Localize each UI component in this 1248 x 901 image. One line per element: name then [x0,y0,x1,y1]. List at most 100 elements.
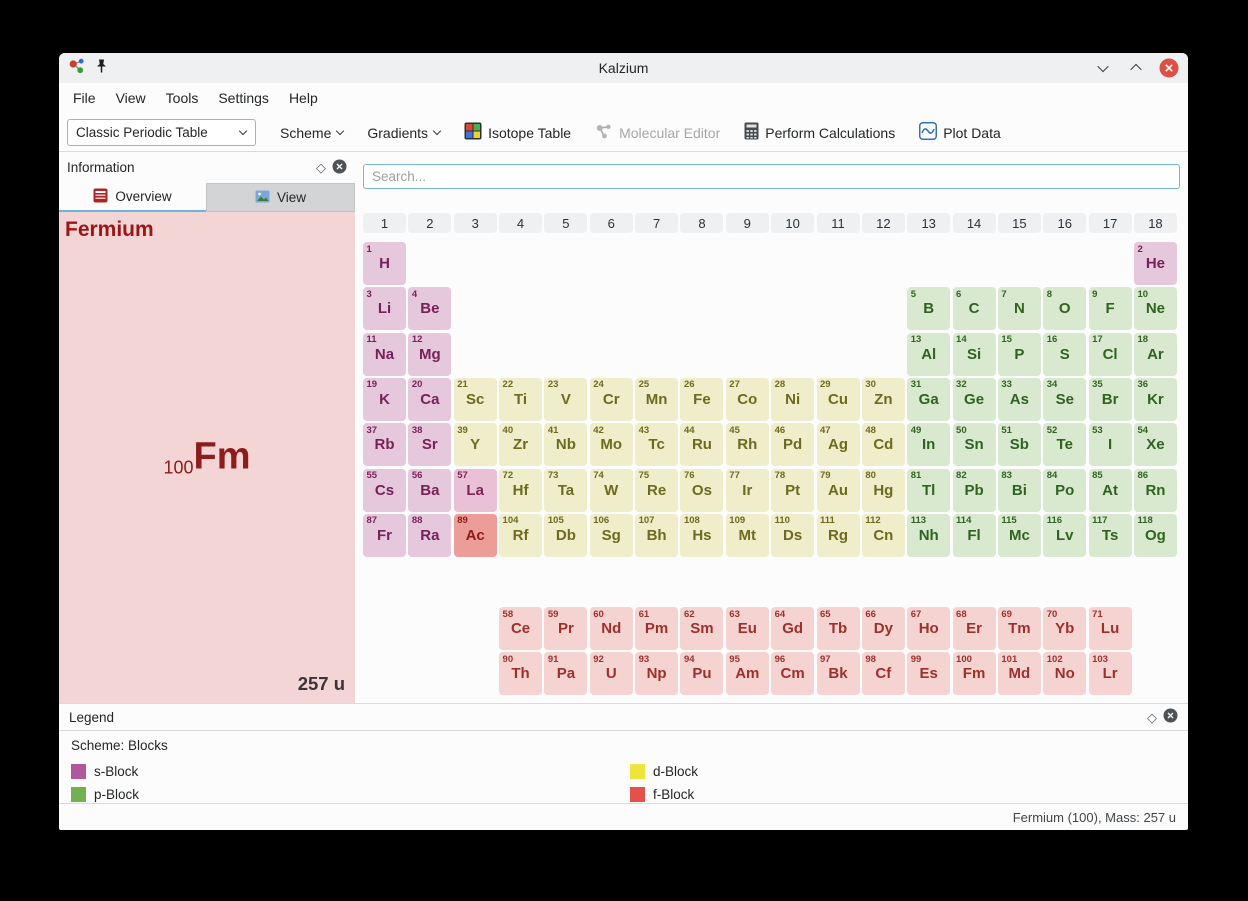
element-Cn[interactable]: 112Cn [862,514,905,557]
float-panel-icon[interactable]: ◇ [1147,711,1157,724]
element-F[interactable]: 9F [1089,287,1132,330]
close-panel-icon[interactable] [332,159,347,177]
element-Ti[interactable]: 22Ti [499,378,542,421]
element-Fl[interactable]: 114Fl [953,514,996,557]
element-Ge[interactable]: 32Ge [953,378,996,421]
element-Pu[interactable]: 94Pu [680,652,723,695]
element-Cl[interactable]: 17Cl [1089,333,1132,376]
element-W[interactable]: 74W [590,469,633,512]
menu-view[interactable]: View [106,83,156,114]
element-Co[interactable]: 27Co [726,378,769,421]
element-Tc[interactable]: 43Tc [635,423,678,466]
isotope-table-button[interactable]: Isotope Table [464,122,571,143]
table-type-select[interactable]: Classic Periodic Table [67,119,256,146]
element-Sb[interactable]: 51Sb [998,423,1041,466]
element-Ca[interactable]: 20Ca [408,378,451,421]
perform-calculations-button[interactable]: Perform Calculations [744,122,895,143]
element-Re[interactable]: 75Re [635,469,678,512]
element-Bk[interactable]: 97Bk [817,652,860,695]
element-Be[interactable]: 4Be [408,287,451,330]
element-Mg[interactable]: 12Mg [408,333,451,376]
element-Po[interactable]: 84Po [1043,469,1086,512]
close-panel-icon[interactable] [1163,708,1178,726]
element-Lv[interactable]: 116Lv [1043,514,1086,557]
element-Ac[interactable]: 89Ac [454,514,497,557]
element-Md[interactable]: 101Md [998,652,1041,695]
element-Tb[interactable]: 65Tb [817,607,860,650]
element-Cu[interactable]: 29Cu [817,378,860,421]
element-Er[interactable]: 68Er [953,607,996,650]
element-Ru[interactable]: 44Ru [680,423,723,466]
element-Sc[interactable]: 21Sc [454,378,497,421]
element-B[interactable]: 5B [907,287,950,330]
element-Mc[interactable]: 115Mc [998,514,1041,557]
element-Nd[interactable]: 60Nd [590,607,633,650]
element-Ra[interactable]: 88Ra [408,514,451,557]
element-Hs[interactable]: 108Hs [680,514,723,557]
menu-settings[interactable]: Settings [208,83,279,114]
element-Nb[interactable]: 41Nb [544,423,587,466]
element-Si[interactable]: 14Si [953,333,996,376]
element-Rn[interactable]: 86Rn [1134,469,1177,512]
element-Tl[interactable]: 81Tl [907,469,950,512]
element-Fm[interactable]: 100Fm [953,652,996,695]
element-Al[interactable]: 13Al [907,333,950,376]
element-Sm[interactable]: 62Sm [680,607,723,650]
element-Pd[interactable]: 46Pd [771,423,814,466]
element-S[interactable]: 16S [1043,333,1086,376]
element-Hg[interactable]: 80Hg [862,469,905,512]
element-Rf[interactable]: 104Rf [499,514,542,557]
element-Og[interactable]: 118Og [1134,514,1177,557]
element-Nh[interactable]: 113Nh [907,514,950,557]
element-Np[interactable]: 93Np [635,652,678,695]
element-Br[interactable]: 35Br [1089,378,1132,421]
element-Rg[interactable]: 111Rg [817,514,860,557]
element-Kr[interactable]: 36Kr [1134,378,1177,421]
element-Pr[interactable]: 59Pr [544,607,587,650]
maximize-button[interactable] [1126,58,1146,78]
menu-help[interactable]: Help [279,83,328,114]
element-Cf[interactable]: 98Cf [862,652,905,695]
element-Fe[interactable]: 26Fe [680,378,723,421]
element-Bh[interactable]: 107Bh [635,514,678,557]
element-Rh[interactable]: 45Rh [726,423,769,466]
element-Eu[interactable]: 63Eu [726,607,769,650]
menu-file[interactable]: File [63,83,106,114]
element-Ta[interactable]: 73Ta [544,469,587,512]
element-Ba[interactable]: 56Ba [408,469,451,512]
scheme-button[interactable]: Scheme [280,125,343,141]
element-Mo[interactable]: 42Mo [590,423,633,466]
element-Sn[interactable]: 50Sn [953,423,996,466]
element-Ts[interactable]: 117Ts [1089,514,1132,557]
plot-data-button[interactable]: Plot Data [919,122,1001,143]
element-Th[interactable]: 90Th [499,652,542,695]
element-N[interactable]: 7N [998,287,1041,330]
element-Cd[interactable]: 48Cd [862,423,905,466]
element-He[interactable]: 2He [1134,242,1177,285]
element-Pa[interactable]: 91Pa [544,652,587,695]
element-As[interactable]: 33As [998,378,1041,421]
element-Sr[interactable]: 38Sr [408,423,451,466]
float-panel-icon[interactable]: ◇ [316,161,326,174]
element-Ce[interactable]: 58Ce [499,607,542,650]
element-H[interactable]: 1H [363,242,406,285]
element-Ne[interactable]: 10Ne [1134,287,1177,330]
element-Ho[interactable]: 67Ho [907,607,950,650]
tab-overview[interactable]: Overview [59,183,206,212]
element-Xe[interactable]: 54Xe [1134,423,1177,466]
gradients-button[interactable]: Gradients [367,125,440,141]
element-Na[interactable]: 11Na [363,333,406,376]
element-Rb[interactable]: 37Rb [363,423,406,466]
element-Ga[interactable]: 31Ga [907,378,950,421]
element-Pt[interactable]: 78Pt [771,469,814,512]
element-Fr[interactable]: 87Fr [363,514,406,557]
element-At[interactable]: 85At [1089,469,1132,512]
tab-view[interactable]: View [206,183,355,212]
element-Mn[interactable]: 25Mn [635,378,678,421]
element-Bi[interactable]: 83Bi [998,469,1041,512]
element-C[interactable]: 6C [953,287,996,330]
element-Es[interactable]: 99Es [907,652,950,695]
element-Cm[interactable]: 96Cm [771,652,814,695]
element-Ds[interactable]: 110Ds [771,514,814,557]
element-V[interactable]: 23V [544,378,587,421]
